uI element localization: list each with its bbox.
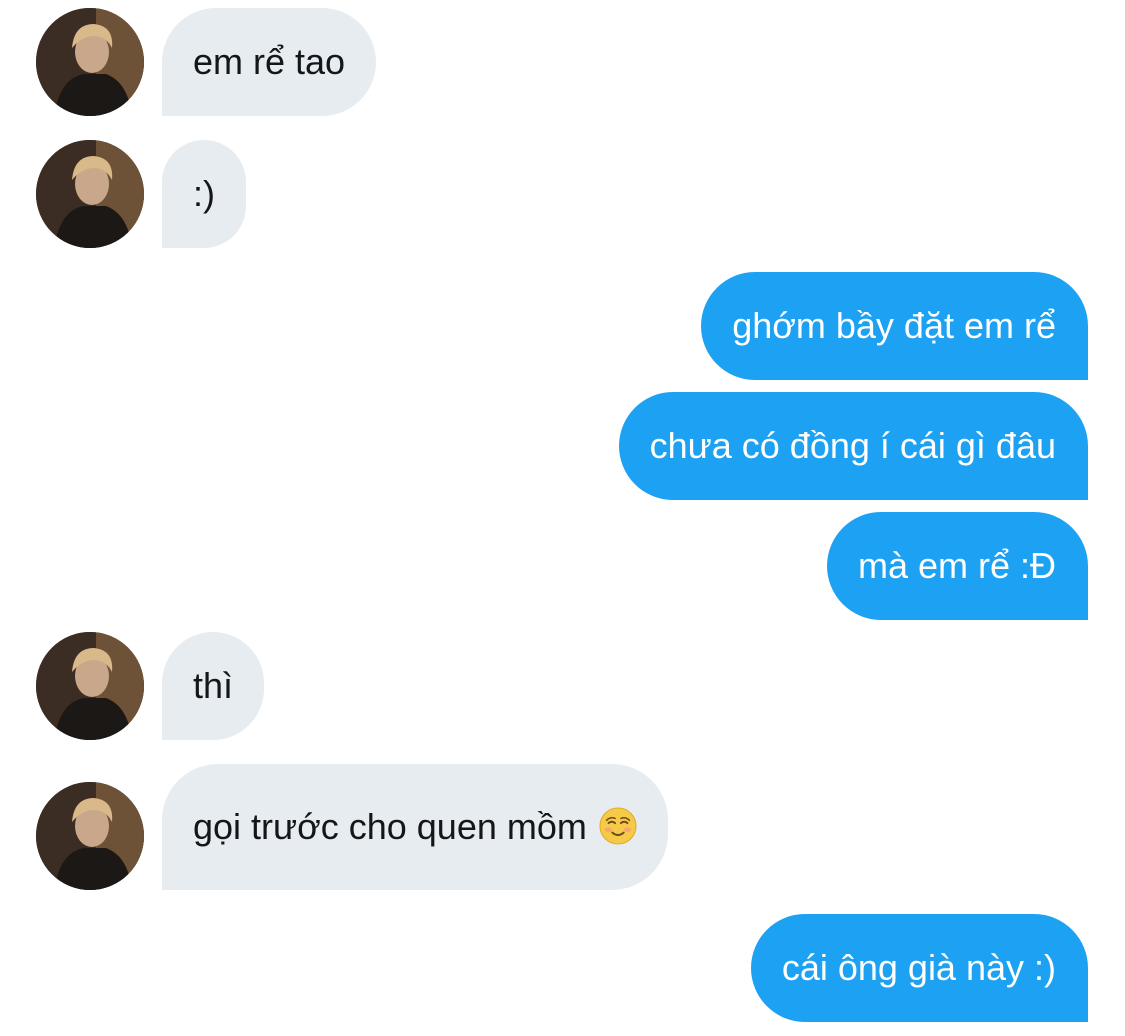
- message-text: ghớm bầy đặt em rể: [732, 305, 1056, 346]
- message-text: em rể tao: [193, 41, 346, 82]
- contact-avatar[interactable]: [36, 632, 144, 740]
- smiling-face-emoji-icon: [599, 807, 637, 845]
- message-text: cái ông già này :): [781, 947, 1056, 988]
- incoming-message[interactable]: :): [162, 140, 246, 248]
- contact-avatar[interactable]: [36, 8, 144, 116]
- avatar-photo: [36, 140, 144, 248]
- message-text: :): [193, 173, 215, 214]
- outgoing-message[interactable]: cái ông già này :): [750, 914, 1088, 1022]
- contact-avatar[interactable]: [36, 140, 144, 248]
- incoming-message[interactable]: gọi trước cho quen mồm: [162, 764, 668, 890]
- outgoing-message[interactable]: chưa có đồng í cái gì đâu: [618, 392, 1088, 500]
- message-text: thì: [193, 665, 234, 706]
- message-text: chưa có đồng í cái gì đâu: [649, 425, 1056, 466]
- message-text: gọi trước cho quen mồm: [193, 806, 587, 847]
- outgoing-message[interactable]: mà em rể :Đ: [826, 512, 1088, 620]
- incoming-message[interactable]: thì: [162, 632, 265, 740]
- incoming-message[interactable]: em rể tao: [162, 8, 377, 116]
- avatar-photo: [36, 782, 144, 890]
- avatar-photo: [36, 8, 144, 116]
- outgoing-message[interactable]: ghớm bầy đặt em rể: [701, 272, 1088, 380]
- contact-avatar[interactable]: [36, 782, 144, 890]
- avatar-photo: [36, 632, 144, 740]
- message-text: mà em rể :Đ: [857, 545, 1056, 586]
